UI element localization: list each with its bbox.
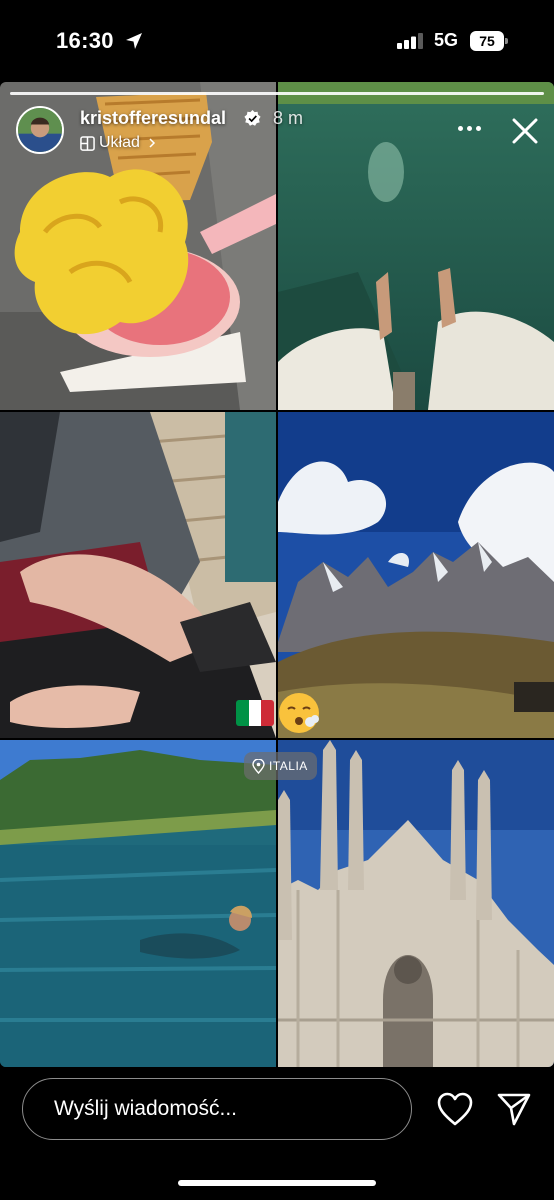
location-pin-icon [252,758,265,774]
mountains-photo [278,412,554,738]
cathedral-photo [278,740,554,1067]
lake-swimmer-photo [0,740,276,1067]
verified-badge-icon [244,110,261,126]
reply-bar: Wyślij wiadomość... [0,1067,554,1200]
cellular-signal-icon [397,33,423,49]
more-dot [475,125,481,131]
send-icon[interactable] [496,1091,532,1127]
layout-tag[interactable]: Układ [80,132,157,154]
story-author-username[interactable]: kristofferesundal [80,108,226,129]
flag-stripe [261,700,274,726]
more-options-button[interactable] [452,118,486,138]
avatar[interactable] [16,106,64,154]
heart-icon[interactable] [436,1091,474,1127]
layout-tag-label: Układ [99,134,140,151]
more-dot [457,125,463,131]
network-type: 5G [434,30,459,50]
story-viewer[interactable]: kristofferesundal 8 m Układ ITALIA [0,82,554,1067]
hands-on-bag-photo [0,412,276,738]
status-time: 16:30 [56,28,114,53]
chevron-right-icon [149,138,155,148]
face-exhaling-emoji[interactable] [278,692,320,734]
layout-grid-icon [80,135,95,151]
location-arrow-icon [126,33,142,49]
close-icon[interactable] [508,114,542,148]
story-progress-bar [10,92,544,95]
story-time-ago: 8 m [273,108,304,128]
flag-stripe [236,700,249,726]
battery-indicator: 75 [470,31,508,51]
location-sticker-label: ITALIA [269,759,308,773]
italy-flag-sticker[interactable] [236,700,274,726]
flag-stripe [248,700,262,726]
battery-level: 75 [470,31,504,51]
home-indicator [178,1180,376,1186]
status-bar: 16:30 5G 75 [0,0,554,82]
location-sticker[interactable]: ITALIA [244,752,317,780]
message-input[interactable]: Wyślij wiadomość... [22,1078,412,1140]
more-dot [466,125,472,131]
battery-cap [505,38,508,44]
